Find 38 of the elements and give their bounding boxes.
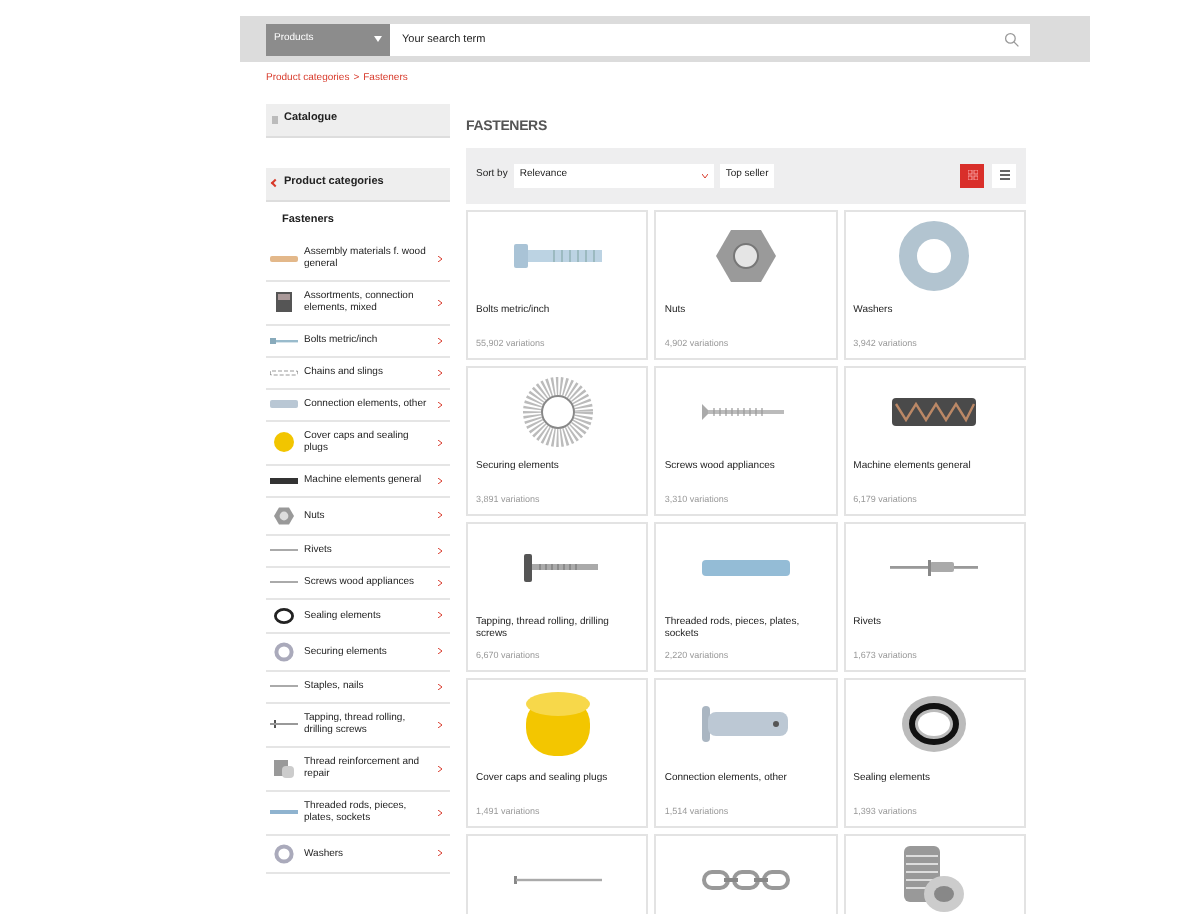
list-icon	[999, 170, 1009, 180]
bolt-drawing	[513, 243, 602, 267]
plate-icon	[269, 400, 297, 409]
rivet-drawing	[890, 559, 979, 575]
back-chevron-icon	[270, 178, 280, 188]
spring-drawing	[892, 397, 977, 425]
rod-icon	[269, 548, 297, 553]
threaded-rod-drawing	[701, 559, 790, 575]
washer-icon	[273, 641, 293, 662]
nut-icon	[273, 505, 293, 526]
washer-icon	[273, 843, 293, 864]
grid-view-button[interactable]	[960, 163, 984, 187]
chain-drawing	[701, 869, 790, 889]
pin-drawing	[701, 705, 790, 741]
screw-drawing	[701, 403, 790, 419]
thread-insert-drawing	[900, 845, 969, 913]
caret-icon	[374, 36, 382, 42]
insert-icon	[273, 759, 293, 778]
rod-icon	[269, 580, 297, 585]
nut-drawing	[715, 227, 776, 283]
sealing-ring-drawing	[898, 691, 971, 755]
grid-icon	[967, 170, 977, 180]
rod-icon	[269, 684, 297, 689]
ring-icon	[273, 607, 293, 624]
nail-drawing	[513, 875, 602, 883]
box-icon	[275, 292, 291, 313]
search-icon[interactable]	[1004, 31, 1020, 47]
lock-washer-drawing	[521, 375, 594, 447]
rod-icon	[269, 810, 297, 815]
screw-icon	[269, 720, 297, 729]
strip-icon	[269, 255, 297, 262]
bar-icon	[269, 477, 297, 484]
washer-drawing	[898, 219, 971, 291]
bolt-icon	[269, 337, 297, 344]
chain-icon	[269, 369, 297, 376]
cap-drawing	[521, 687, 594, 759]
list-view-button[interactable]	[992, 163, 1016, 187]
cap-icon	[273, 432, 293, 453]
